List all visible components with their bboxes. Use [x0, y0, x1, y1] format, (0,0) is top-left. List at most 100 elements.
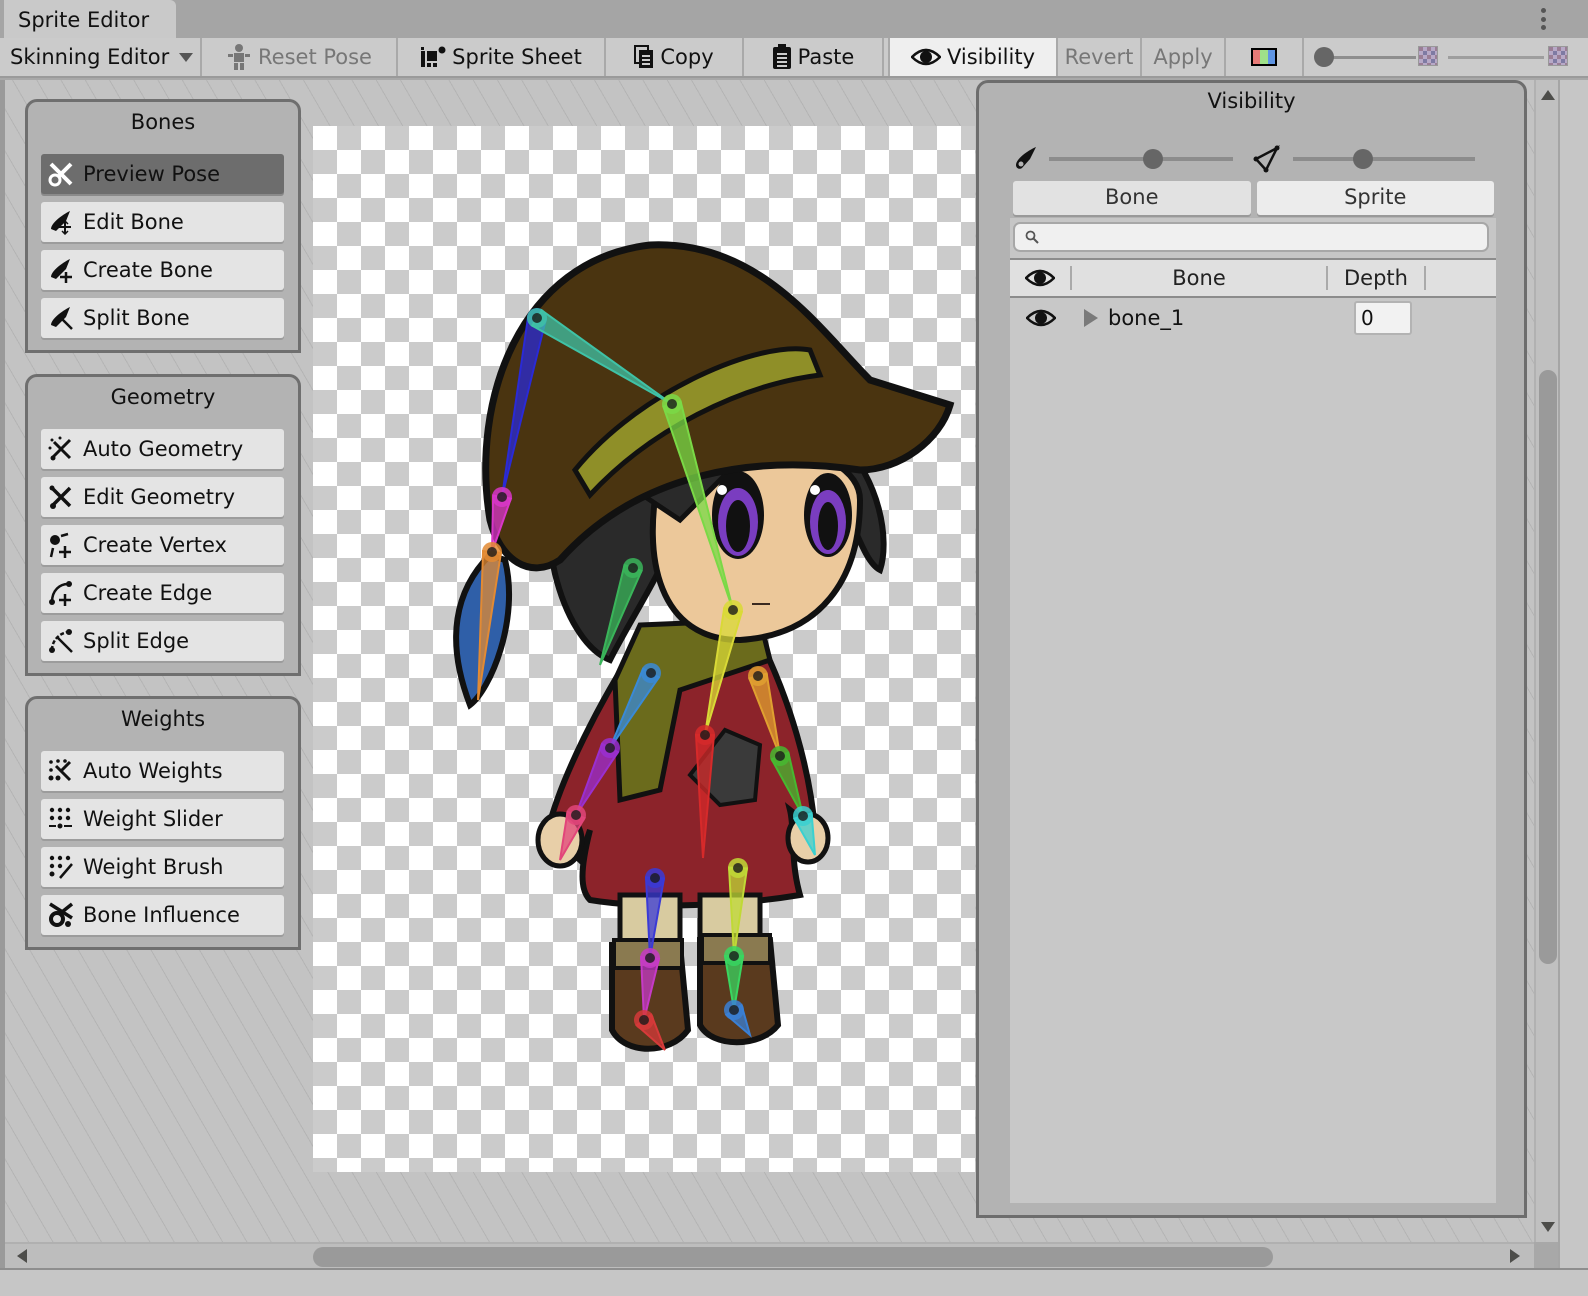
bone-influence-icon: [47, 901, 75, 929]
tab-sprite-editor[interactable]: Sprite Editor: [4, 0, 176, 38]
sprite-canvas[interactable]: [313, 126, 975, 1172]
vertical-scrollbar[interactable]: [1534, 80, 1558, 1242]
search-icon: [1025, 230, 1039, 244]
reset-pose-label: Reset Pose: [258, 45, 372, 69]
preview-pose-button[interactable]: Preview Pose: [41, 154, 284, 194]
toolbar: Skinning Editor Reset Pose Sprite Sheet …: [0, 38, 1588, 78]
zoom-slider[interactable]: [1304, 38, 1568, 76]
scroll-down-arrow-icon[interactable]: [1541, 1222, 1555, 1232]
paste-label: Paste: [797, 45, 855, 69]
weight-slider-button[interactable]: Weight Slider: [41, 799, 284, 839]
mode-dropdown[interactable]: Skinning Editor: [0, 38, 202, 76]
scroll-left-arrow-icon[interactable]: [17, 1249, 27, 1263]
geometry-panel-title: Geometry: [110, 385, 216, 409]
reset-pose-button[interactable]: Reset Pose: [202, 38, 398, 76]
auto-geometry-icon: [47, 435, 75, 463]
bone-column-header[interactable]: Bone: [1072, 266, 1328, 290]
auto-weights-label: Auto Weights: [83, 759, 223, 783]
paste-button[interactable]: Paste: [744, 38, 884, 76]
window-right-border: [1558, 80, 1588, 1270]
zoom-slider-track: [1324, 56, 1416, 59]
bone-influence-button[interactable]: Bone Influence: [41, 895, 284, 935]
split-bone-button[interactable]: Split Bone: [41, 298, 284, 338]
auto-weights-button[interactable]: Auto Weights: [41, 751, 284, 791]
eye-icon: [1026, 309, 1056, 327]
copy-button[interactable]: Copy: [606, 38, 744, 76]
kebab-menu-icon[interactable]: [1538, 8, 1548, 30]
visibility-tabs: Bone Sprite: [1013, 181, 1494, 215]
sprite-sheet-button[interactable]: Sprite Sheet: [398, 38, 606, 76]
search-bar: [1010, 218, 1496, 258]
eye-icon: [910, 48, 941, 66]
bones-panel-title: Bones: [130, 110, 196, 134]
weight-slider-icon: [47, 805, 75, 833]
weights-panel-title: Weights: [120, 707, 206, 731]
visibility-column-header[interactable]: [1010, 266, 1072, 290]
scroll-up-arrow-icon[interactable]: [1541, 90, 1555, 100]
vertical-scroll-thumb[interactable]: [1539, 370, 1557, 964]
bone-joint-center: [605, 743, 615, 753]
bone-joint-center: [487, 547, 497, 557]
bone-joint-center: [571, 810, 581, 820]
zoom-slider-knob[interactable]: [1314, 47, 1334, 67]
create-edge-button[interactable]: Create Edge: [41, 573, 284, 613]
bone-list: Bone Depth bone_1 0: [1010, 218, 1496, 1203]
scroll-right-arrow-icon[interactable]: [1510, 1249, 1520, 1263]
bone-joint-center: [775, 751, 785, 761]
apply-button[interactable]: Apply: [1142, 38, 1226, 76]
edit-geometry-button[interactable]: Edit Geometry: [41, 477, 284, 517]
geometry-panel: Geometry Auto Geometry Edit Geometry Cre…: [25, 374, 301, 676]
visibility-label: Visibility: [946, 45, 1035, 69]
bone-joint-center: [700, 730, 710, 740]
visibility-toggle-button[interactable]: Visibility: [890, 38, 1058, 76]
color-channels-button[interactable]: [1226, 38, 1304, 76]
apply-label: Apply: [1153, 45, 1213, 69]
weights-panel: Weights Auto Weights Weight Slider Weigh…: [25, 696, 301, 950]
window-bottom-border: [0, 1268, 1588, 1296]
split-edge-button[interactable]: Split Edge: [41, 621, 284, 661]
paste-icon: [772, 44, 791, 69]
tab-bone[interactable]: Bone: [1013, 181, 1251, 215]
tab-sprite[interactable]: Sprite: [1256, 181, 1494, 215]
horizontal-scroll-thumb[interactable]: [313, 1247, 1273, 1267]
sprite-sheet-label: Sprite Sheet: [452, 45, 582, 69]
bone-list-header: Bone Depth: [1010, 258, 1496, 298]
weight-brush-icon: [47, 853, 75, 881]
bone-joint-center: [753, 671, 763, 681]
mesh-opacity-slider-knob[interactable]: [1352, 149, 1373, 169]
bone-joint-center: [645, 953, 655, 963]
sprite-sheet-icon: [421, 46, 446, 67]
create-bone-button[interactable]: Create Bone: [41, 250, 284, 290]
bone-row[interactable]: bone_1 0: [1010, 298, 1496, 338]
bone-opacity-icon: [1016, 147, 1036, 169]
expand-arrow-icon[interactable]: [1084, 309, 1098, 327]
split-bone-label: Split Bone: [83, 306, 190, 330]
auto-geometry-button[interactable]: Auto Geometry: [41, 429, 284, 469]
bone-depth-field[interactable]: 0: [1354, 301, 1412, 335]
reset-pose-icon: [228, 44, 251, 70]
horizontal-scrollbar[interactable]: [5, 1242, 1534, 1268]
revert-button[interactable]: Revert: [1058, 38, 1142, 76]
bone-visibility-toggle[interactable]: [1010, 308, 1072, 328]
rgb-channels-icon: [1251, 48, 1277, 66]
create-edge-label: Create Edge: [83, 581, 213, 605]
chevron-down-icon: [179, 52, 194, 62]
create-bone-icon: [47, 256, 75, 284]
split-edge-icon: [47, 627, 75, 655]
bone-opacity-slider-track[interactable]: [1049, 157, 1233, 161]
preview-pose-icon: [47, 160, 75, 188]
mesh-opacity-slider-track[interactable]: [1293, 157, 1475, 161]
bone-opacity-slider-knob[interactable]: [1143, 149, 1163, 169]
alpha-slider-track[interactable]: [1448, 56, 1544, 59]
edit-bone-button[interactable]: Edit Bone: [41, 202, 284, 242]
bone-joint-center: [729, 1005, 739, 1015]
create-vertex-button[interactable]: Create Vertex: [41, 525, 284, 565]
bone-joint-center: [728, 605, 738, 615]
bone-joint-center: [729, 951, 739, 961]
depth-column-header[interactable]: Depth: [1328, 266, 1426, 290]
weight-brush-button[interactable]: Weight Brush: [41, 847, 284, 887]
preview-pose-label: Preview Pose: [83, 162, 221, 186]
character-sprite[interactable]: [313, 126, 975, 1172]
checker-large-icon: [1548, 46, 1568, 66]
bone-search-input[interactable]: [1013, 222, 1489, 252]
